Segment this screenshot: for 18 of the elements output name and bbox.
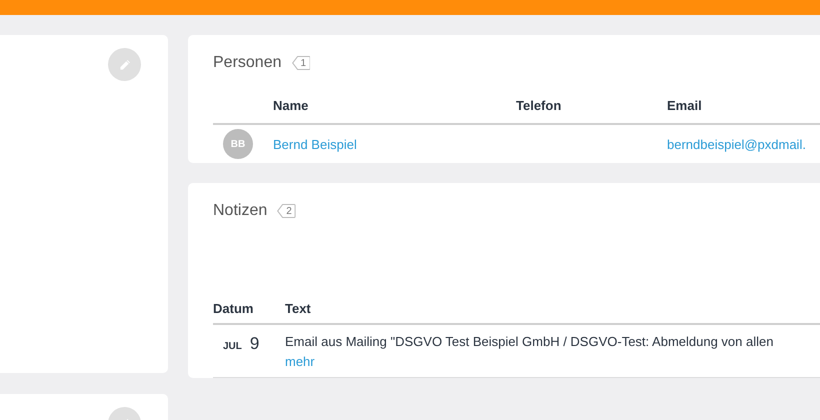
note-text: Email aus Mailing "DSGVO Test Beispiel GmbH / DSGVO-Test: Abmeldung von allen [285,333,774,351]
count-badge: 2 [277,204,296,218]
date-month: JUL [223,341,242,352]
person-name-link[interactable]: Bernd Beispiel [273,136,357,152]
pencil-icon [118,58,132,72]
avatar: BB [223,129,253,159]
column-header: Telefon [516,98,562,112]
section-title: Personen [213,54,282,72]
edit-button[interactable] [108,48,141,81]
column-header: Text [285,300,311,316]
date-day: 9 [250,334,260,354]
section-title: Notizen [213,202,268,220]
count-badge: 1 [292,56,310,70]
more-link[interactable]: mehr [285,354,315,369]
column-header: Datum [213,300,254,316]
column-header: Name [273,98,308,112]
email-link[interactable]: berndbeispiel@pxdmail. [667,136,806,152]
column-header: Email [667,98,702,112]
